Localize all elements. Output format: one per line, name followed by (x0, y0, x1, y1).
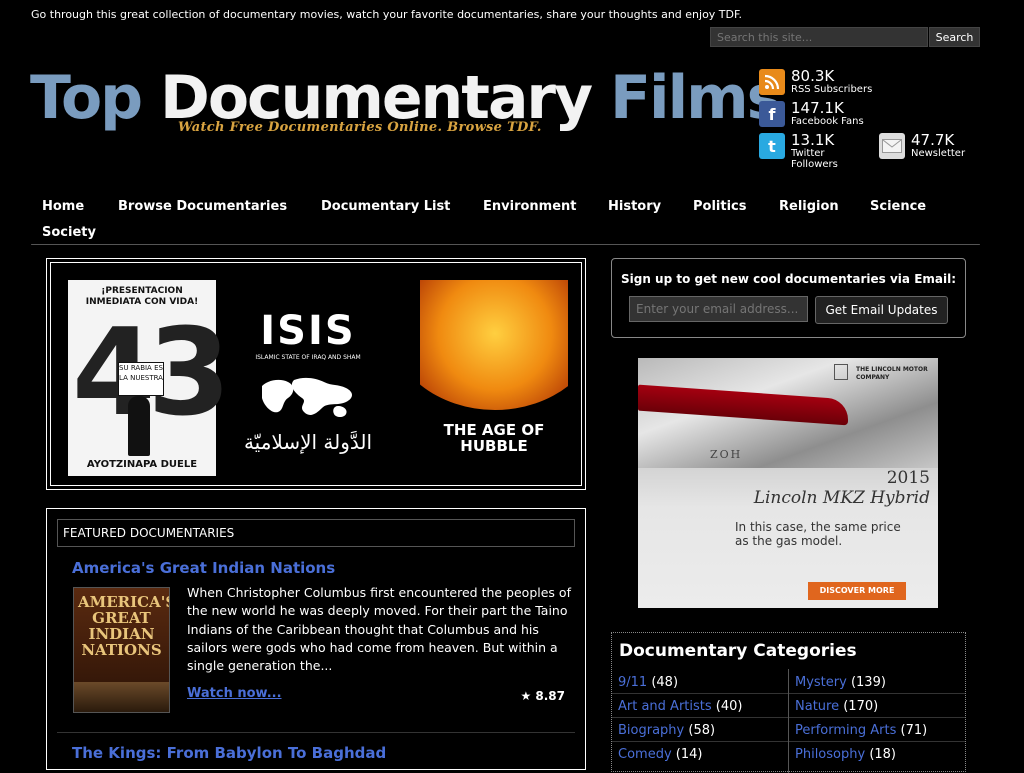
nav-browse-documentaries[interactable]: Browse Documentaries (118, 199, 287, 214)
category-item: Biography (58) (618, 723, 715, 738)
featured-documentaries: FEATURED DOCUMENTARIES America's Great I… (46, 508, 586, 770)
rss-count: 80.3K (791, 67, 835, 85)
category-count: (58) (688, 723, 716, 738)
category-item: Art and Artists (40) (618, 699, 742, 714)
category-count: (40) (715, 699, 743, 714)
logo-word-top: Top (30, 63, 143, 133)
category-link[interactable]: Art and Artists (618, 699, 712, 714)
nav-documentary-list[interactable]: Documentary List (321, 199, 450, 214)
category-item: Performing Arts (71) (795, 723, 927, 738)
twitter-icon: t (759, 133, 785, 159)
discover-more-button[interactable]: DISCOVER MORE (808, 582, 906, 600)
nav-politics[interactable]: Politics (693, 199, 747, 214)
category-link[interactable]: Performing Arts (795, 723, 896, 738)
doc-rating: ★ 8.87 (520, 689, 565, 703)
category-link[interactable]: Nature (795, 699, 839, 714)
facebook-count: 147.1K (791, 99, 844, 117)
nav-history[interactable]: History (608, 199, 661, 214)
nav-science[interactable]: Science (870, 199, 926, 214)
facebook-label: Facebook Fans (791, 116, 864, 127)
category-row-divider (612, 693, 965, 694)
category-link[interactable]: 9/11 (618, 675, 647, 690)
search-button[interactable]: Search (929, 27, 980, 47)
category-count: (170) (843, 699, 879, 714)
poster-title: THE AGE OF HUBBLE (443, 421, 545, 455)
category-count: (71) (900, 723, 928, 738)
newsletter-label: Newsletter (911, 148, 966, 159)
category-item: Comedy (14) (618, 747, 702, 762)
categories-title: Documentary Categories (619, 641, 857, 661)
facebook-icon: f (759, 101, 785, 127)
signup-title: Sign up to get new cool documentaries vi… (620, 272, 957, 286)
category-count: (48) (651, 675, 679, 690)
category-count: (14) (675, 747, 703, 762)
rss-icon (759, 69, 785, 95)
newsletter-stat[interactable]: 47.7K Newsletter (879, 133, 965, 159)
category-item: 9/11 (48) (618, 675, 678, 690)
search-input[interactable] (710, 27, 928, 47)
slider-item-hubble[interactable]: THE AGE OF HUBBLE (420, 280, 568, 476)
nav-environment[interactable]: Environment (483, 199, 577, 214)
category-link[interactable]: Mystery (795, 675, 847, 690)
watch-now-link[interactable]: Watch now... (187, 686, 282, 701)
facebook-stat[interactable]: f 147.1K Facebook Fans (759, 101, 864, 127)
featured-heading: FEATURED DOCUMENTARIES (57, 519, 575, 547)
lincoln-logo-icon (834, 364, 848, 380)
doc-description: When Christopher Columbus first encounte… (187, 585, 571, 674)
email-field[interactable] (629, 296, 808, 322)
category-link[interactable]: Biography (618, 723, 684, 738)
world-map-icon (262, 377, 352, 417)
category-link[interactable]: Comedy (618, 747, 672, 762)
poster-arabic-text: الدَّولة الإسلاميّة (243, 430, 373, 454)
category-grid-divider (788, 669, 789, 773)
rss-label: RSS Subscribers (791, 84, 873, 95)
twitter-stat[interactable]: t 13.1K Twitter Followers (759, 133, 851, 170)
protester-figure (128, 396, 150, 456)
documentary-categories: Documentary Categories 9/11 (48) Mystery… (611, 632, 966, 773)
doc-poster[interactable]: AMERICA'S GREAT INDIAN NATIONS (73, 587, 170, 713)
category-count: (139) (850, 675, 886, 690)
category-link[interactable]: Philosophy (795, 747, 865, 762)
poster-figures (74, 682, 169, 712)
doc-title-link[interactable]: The Kings: From Babylon To Baghdad (72, 744, 386, 762)
category-item: Philosophy (18) (795, 747, 896, 762)
doc-title-link[interactable]: America's Great Indian Nations (72, 559, 335, 577)
poster-title: ISIS (260, 308, 356, 354)
category-row-divider (612, 717, 965, 718)
featured-slider: ¡PRESENTACION INMEDIATA CON VIDA! 43 SU … (46, 258, 586, 490)
logo-word-films: Films (610, 63, 782, 133)
nav-religion[interactable]: Religion (779, 199, 839, 214)
logo-subtitle: Watch Free Documentaries Online. Browse … (178, 120, 542, 135)
ad-year: 2015 (886, 468, 930, 488)
doc-poster-text: AMERICA'S GREAT INDIAN NATIONS (78, 593, 170, 659)
rss-stat[interactable]: 80.3K RSS Subscribers (759, 69, 872, 95)
slider-item-isis[interactable]: ISIS ISLAMIC STATE OF IRAQ AND SHAM الدَ… (234, 280, 382, 476)
get-email-updates-button[interactable]: Get Email Updates (815, 296, 948, 324)
category-count: (18) (869, 747, 896, 762)
ad-copy: In this case, the same price as the gas … (735, 520, 901, 548)
twitter-count: 13.1K (791, 131, 835, 149)
email-signup-box: Sign up to get new cool documentaries vi… (611, 258, 966, 338)
ad-badge: ZOH (710, 448, 743, 461)
category-item: Mystery (139) (795, 675, 886, 690)
ad-model: Lincoln MKZ Hybrid (753, 488, 930, 508)
nav-home[interactable]: Home (42, 199, 84, 214)
doc-divider (57, 732, 575, 733)
mail-icon (879, 133, 905, 159)
nav-society[interactable]: Society (42, 225, 96, 240)
lincoln-ad[interactable]: THE LINCOLN MOTOR COMPANY ZOH 2015 Linco… (638, 358, 938, 608)
poster-bottom-text: AYOTZINAPA DUELE (86, 459, 198, 470)
slider-item-ayotzinapa[interactable]: ¡PRESENTACION INMEDIATA CON VIDA! 43 SU … (68, 280, 231, 476)
nav-divider (31, 244, 980, 245)
site-tagline: Go through this great collection of docu… (31, 8, 743, 21)
poster-sign: SU RABIA ES LA NUESTRA (118, 362, 164, 396)
category-row-divider (612, 741, 965, 742)
category-item: Nature (170) (795, 699, 878, 714)
twitter-label: Twitter Followers (791, 148, 838, 170)
poster-subtitle: ISLAMIC STATE OF IRAQ AND SHAM (255, 354, 361, 361)
sun-image (420, 280, 568, 410)
newsletter-count: 47.7K (911, 131, 955, 149)
ad-brand: THE LINCOLN MOTOR COMPANY (856, 366, 928, 381)
